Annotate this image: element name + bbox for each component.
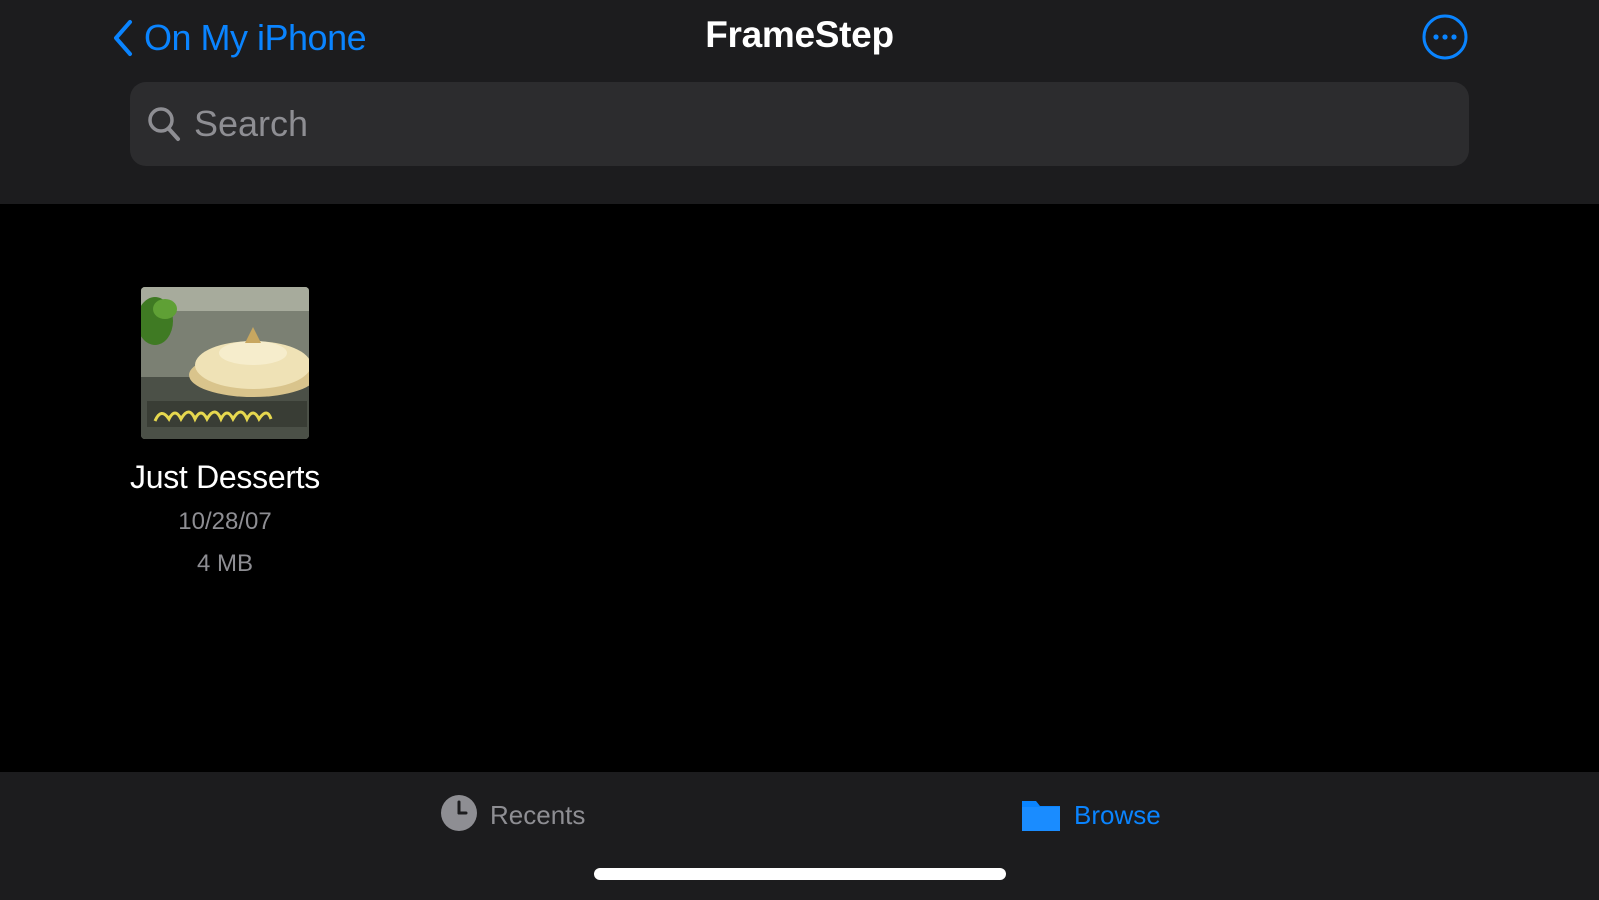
file-name: Just Desserts — [130, 459, 320, 495]
search-input[interactable] — [192, 102, 1469, 146]
tab-recents-label: Recents — [490, 799, 586, 830]
tab-bar: Recents Browse — [0, 772, 1599, 900]
more-options-button[interactable] — [1421, 13, 1469, 61]
tab-browse-label: Browse — [1074, 799, 1161, 830]
files-browser-screen: On My iPhone FrameStep Search Just Desse… — [0, 0, 1599, 900]
page-title: FrameStep — [705, 14, 894, 55]
file-size: 4 MB — [196, 550, 253, 577]
file-item[interactable]: Just Desserts 10/28/07 4 MB — [125, 287, 325, 578]
home-indicator[interactable] — [594, 868, 1006, 880]
search-bar[interactable] — [130, 82, 1469, 166]
tab-recents[interactable]: Recents — [440, 790, 585, 840]
folder-icon — [1020, 793, 1062, 838]
search-icon — [144, 104, 184, 144]
navigation-header: On My iPhone FrameStep — [0, 0, 1599, 204]
video-thumbnail — [141, 287, 309, 439]
ellipsis-circle-icon — [1421, 14, 1469, 65]
file-date: 10/28/07 — [178, 508, 272, 535]
clock-icon — [440, 794, 478, 837]
tab-browse[interactable]: Browse — [1020, 790, 1161, 840]
